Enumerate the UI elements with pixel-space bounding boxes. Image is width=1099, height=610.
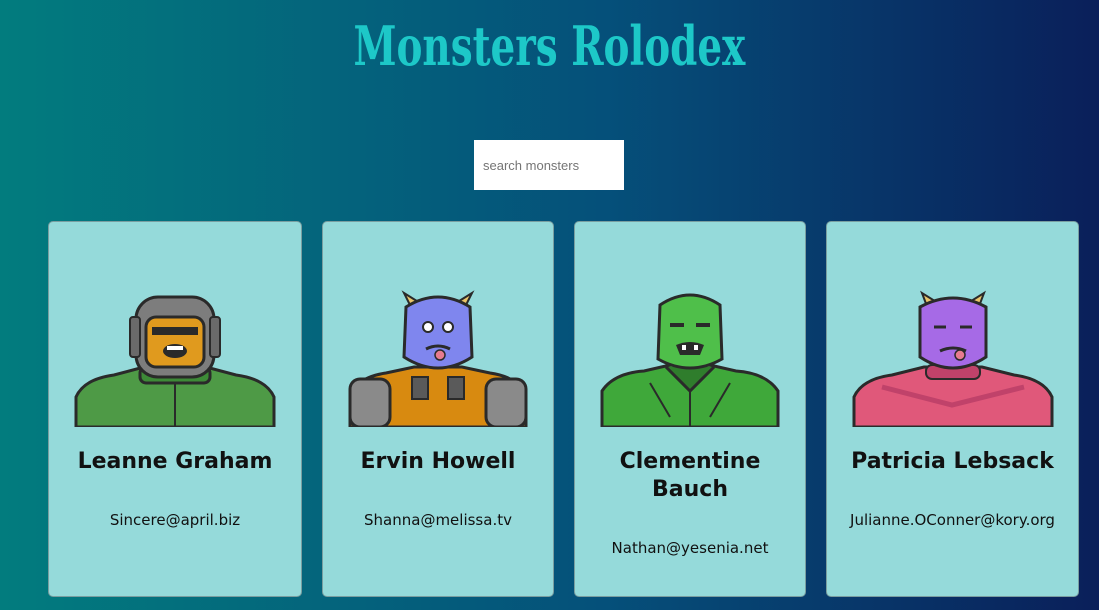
- search-input[interactable]: [474, 140, 624, 190]
- monster-card[interactable]: Clementine Bauch Nathan@yesenia.net: [574, 221, 806, 597]
- monster-name: Ervin Howell: [360, 449, 516, 474]
- monster-avatar: [852, 290, 1053, 427]
- monster-name: Leanne Graham: [77, 449, 273, 474]
- monster-email: Julianne.OConner@kory.org: [850, 511, 1055, 529]
- monster-email: Nathan@yesenia.net: [611, 539, 769, 557]
- monster-name: Patricia Lebsack: [851, 449, 1054, 474]
- monster-card[interactable]: Leanne Graham Sincere@april.biz: [48, 221, 302, 597]
- app-title: Monsters Rolodex: [353, 14, 746, 78]
- monster-card[interactable]: Ervin Howell Shanna@melissa.tv: [322, 221, 554, 597]
- monster-avatar: [348, 290, 528, 427]
- monster-avatar: [74, 295, 276, 427]
- monster-email: Sincere@april.biz: [109, 511, 241, 529]
- monster-avatar: [600, 293, 780, 427]
- monster-name: Clementine Bauch: [619, 449, 761, 502]
- monster-email: Shanna@melissa.tv: [364, 511, 512, 529]
- monster-card[interactable]: Patricia Lebsack Julianne.OConner@kory.o…: [826, 221, 1079, 597]
